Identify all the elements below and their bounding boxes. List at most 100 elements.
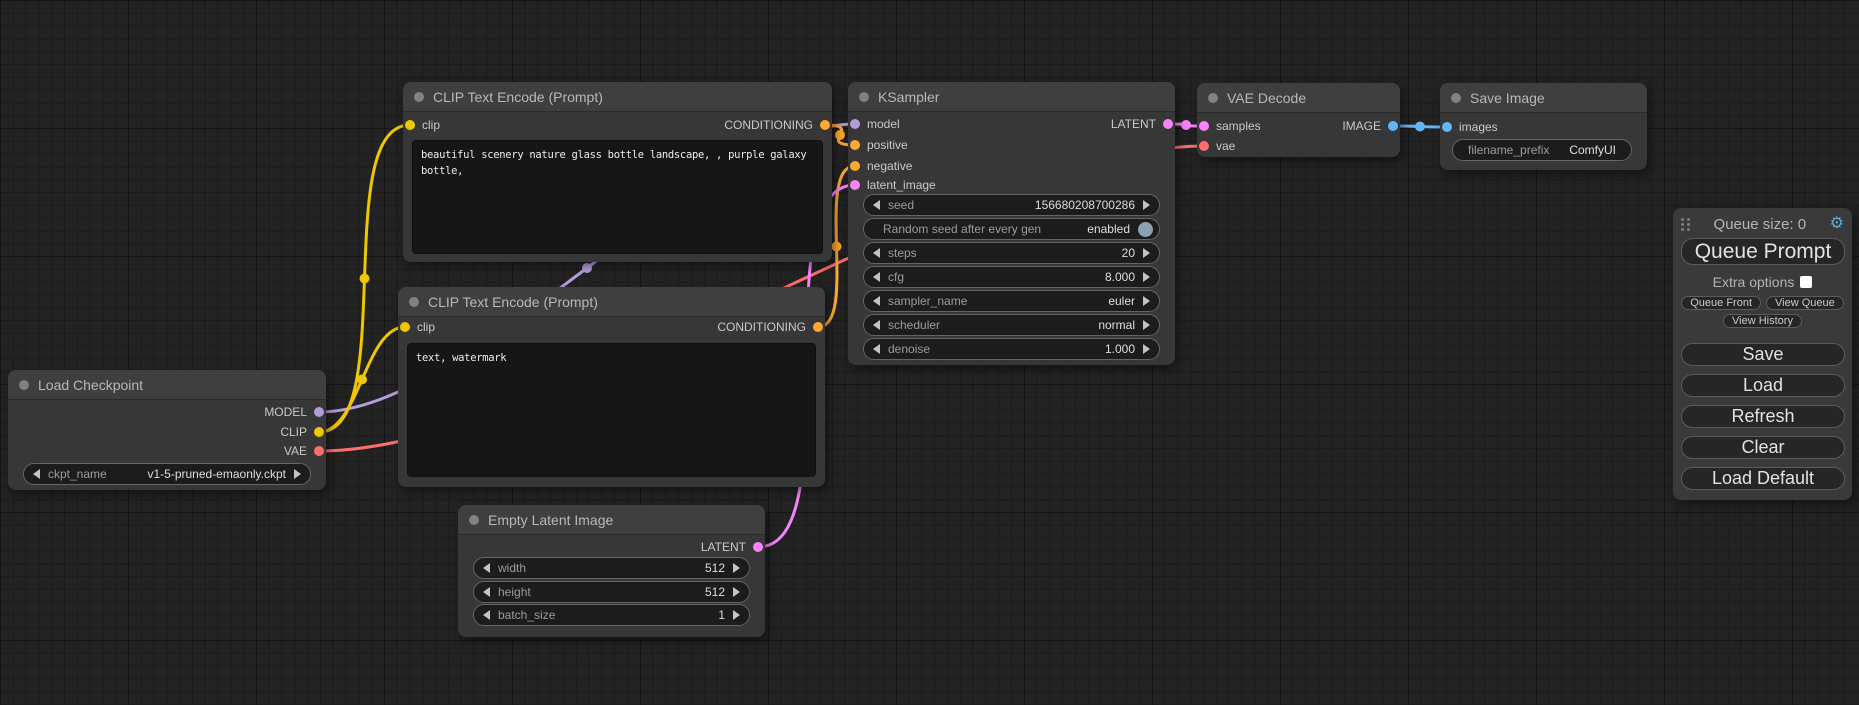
node-clip-encode-positive[interactable]: CLIP Text Encode (Prompt) clip CONDITION… bbox=[403, 82, 832, 262]
input-vae[interactable]: vae bbox=[1199, 136, 1235, 156]
output-conditioning[interactable]: CONDITIONING bbox=[717, 317, 823, 337]
collapse-dot-icon[interactable] bbox=[1451, 93, 1461, 103]
prev-arrow-icon[interactable] bbox=[873, 320, 880, 330]
decrement-arrow-icon[interactable] bbox=[483, 563, 490, 573]
collapse-dot-icon[interactable] bbox=[409, 297, 419, 307]
collapse-dot-icon[interactable] bbox=[414, 92, 424, 102]
steps-widget[interactable]: steps 20 bbox=[863, 242, 1160, 264]
image-port-icon[interactable] bbox=[1388, 121, 1398, 131]
decrement-arrow-icon[interactable] bbox=[873, 272, 880, 282]
node-header[interactable]: Save Image bbox=[1440, 83, 1647, 113]
decrement-arrow-icon[interactable] bbox=[873, 344, 880, 354]
queue-prompt-button[interactable]: Queue Prompt bbox=[1681, 238, 1845, 265]
node-header[interactable]: CLIP Text Encode (Prompt) bbox=[403, 82, 832, 112]
increment-arrow-icon[interactable] bbox=[733, 587, 740, 597]
clip-port-icon[interactable] bbox=[405, 120, 415, 130]
gear-icon[interactable]: ⚙ bbox=[1830, 216, 1844, 232]
node-empty-latent-image[interactable]: Empty Latent Image LATENT width 512 heig… bbox=[458, 505, 765, 637]
model-port-icon[interactable] bbox=[850, 119, 860, 129]
clear-button[interactable]: Clear bbox=[1681, 436, 1845, 459]
node-header[interactable]: VAE Decode bbox=[1197, 83, 1400, 113]
conditioning-port-icon[interactable] bbox=[820, 120, 830, 130]
collapse-dot-icon[interactable] bbox=[859, 92, 869, 102]
input-latent-image[interactable]: latent_image bbox=[850, 175, 936, 195]
sampler-name-widget[interactable]: sampler_name euler bbox=[863, 290, 1160, 312]
input-positive[interactable]: positive bbox=[850, 135, 908, 155]
output-image[interactable]: IMAGE bbox=[1342, 116, 1398, 136]
prev-arrow-icon[interactable] bbox=[33, 469, 40, 479]
latent-port-icon[interactable] bbox=[850, 180, 860, 190]
increment-arrow-icon[interactable] bbox=[1143, 200, 1150, 210]
image-port-icon[interactable] bbox=[1442, 122, 1452, 132]
node-header[interactable]: Empty Latent Image bbox=[458, 505, 765, 535]
input-samples[interactable]: samples bbox=[1199, 116, 1261, 136]
model-port-icon[interactable] bbox=[314, 407, 324, 417]
cfg-widget[interactable]: cfg 8.000 bbox=[863, 266, 1160, 288]
node-header[interactable]: KSampler bbox=[848, 82, 1175, 112]
input-clip[interactable]: clip bbox=[400, 317, 435, 337]
collapse-dot-icon[interactable] bbox=[469, 515, 479, 525]
decrement-arrow-icon[interactable] bbox=[873, 248, 880, 258]
load-button[interactable]: Load bbox=[1681, 374, 1845, 397]
queue-front-button[interactable]: Queue Front bbox=[1681, 296, 1761, 310]
save-button[interactable]: Save bbox=[1681, 343, 1845, 366]
conditioning-port-icon[interactable] bbox=[850, 140, 860, 150]
input-clip[interactable]: clip bbox=[405, 115, 440, 135]
increment-arrow-icon[interactable] bbox=[733, 563, 740, 573]
latent-port-icon[interactable] bbox=[1199, 121, 1209, 131]
node-clip-encode-negative[interactable]: CLIP Text Encode (Prompt) clip CONDITION… bbox=[398, 287, 825, 487]
extra-options-checkbox[interactable] bbox=[1800, 276, 1812, 288]
filename-prefix-widget[interactable]: filename_prefix ComfyUI bbox=[1452, 139, 1632, 161]
output-model[interactable]: MODEL bbox=[264, 402, 324, 422]
batch-size-widget[interactable]: batch_size 1 bbox=[473, 604, 750, 626]
view-queue-button[interactable]: View Queue bbox=[1766, 296, 1844, 310]
latent-port-icon[interactable] bbox=[1163, 119, 1173, 129]
output-conditioning[interactable]: CONDITIONING bbox=[724, 115, 830, 135]
node-header[interactable]: Load Checkpoint bbox=[8, 370, 326, 400]
conditioning-port-icon[interactable] bbox=[850, 161, 860, 171]
clip-port-icon[interactable] bbox=[314, 427, 324, 437]
seed-widget[interactable]: seed 156680208700286 bbox=[863, 194, 1160, 216]
increment-arrow-icon[interactable] bbox=[1143, 344, 1150, 354]
increment-arrow-icon[interactable] bbox=[733, 610, 740, 620]
node-header[interactable]: CLIP Text Encode (Prompt) bbox=[398, 287, 825, 317]
vae-port-icon[interactable] bbox=[1199, 141, 1209, 151]
input-images[interactable]: images bbox=[1442, 117, 1498, 137]
decrement-arrow-icon[interactable] bbox=[873, 200, 880, 210]
scheduler-widget[interactable]: scheduler normal bbox=[863, 314, 1160, 336]
prompt-textarea[interactable]: text, watermark bbox=[407, 343, 816, 477]
output-latent[interactable]: LATENT bbox=[701, 537, 763, 557]
input-model[interactable]: model bbox=[850, 114, 900, 134]
drag-handle-icon[interactable] bbox=[1681, 218, 1690, 231]
node-ksampler[interactable]: KSampler model positive negative latent_… bbox=[848, 82, 1175, 365]
clip-port-icon[interactable] bbox=[400, 322, 410, 332]
decrement-arrow-icon[interactable] bbox=[483, 587, 490, 597]
collapse-dot-icon[interactable] bbox=[19, 380, 29, 390]
output-clip[interactable]: CLIP bbox=[280, 422, 324, 442]
view-history-button[interactable]: View History bbox=[1723, 314, 1802, 328]
decrement-arrow-icon[interactable] bbox=[483, 610, 490, 620]
output-latent[interactable]: LATENT bbox=[1111, 114, 1173, 134]
input-negative[interactable]: negative bbox=[850, 156, 912, 176]
random-seed-widget[interactable]: Random seed after every gen enabled bbox=[863, 218, 1160, 240]
width-widget[interactable]: width 512 bbox=[473, 557, 750, 579]
ckpt-name-widget[interactable]: ckpt_name v1-5-pruned-emaonly.ckpt bbox=[23, 463, 311, 485]
prompt-textarea[interactable]: beautiful scenery nature glass bottle la… bbox=[412, 140, 823, 254]
toggle-icon[interactable] bbox=[1138, 222, 1153, 237]
collapse-dot-icon[interactable] bbox=[1208, 93, 1218, 103]
next-arrow-icon[interactable] bbox=[294, 469, 301, 479]
next-arrow-icon[interactable] bbox=[1143, 296, 1150, 306]
output-vae[interactable]: VAE bbox=[284, 441, 324, 461]
denoise-widget[interactable]: denoise 1.000 bbox=[863, 338, 1160, 360]
prev-arrow-icon[interactable] bbox=[873, 296, 880, 306]
node-save-image[interactable]: Save Image images filename_prefix ComfyU… bbox=[1440, 83, 1647, 170]
increment-arrow-icon[interactable] bbox=[1143, 272, 1150, 282]
height-widget[interactable]: height 512 bbox=[473, 581, 750, 603]
refresh-button[interactable]: Refresh bbox=[1681, 405, 1845, 428]
node-vae-decode[interactable]: VAE Decode samples vae IMAGE bbox=[1197, 83, 1400, 157]
node-load-checkpoint[interactable]: Load Checkpoint MODEL CLIP VAE ckpt_name… bbox=[8, 370, 326, 490]
latent-port-icon[interactable] bbox=[753, 542, 763, 552]
load-default-button[interactable]: Load Default bbox=[1681, 467, 1845, 490]
conditioning-port-icon[interactable] bbox=[813, 322, 823, 332]
next-arrow-icon[interactable] bbox=[1143, 320, 1150, 330]
